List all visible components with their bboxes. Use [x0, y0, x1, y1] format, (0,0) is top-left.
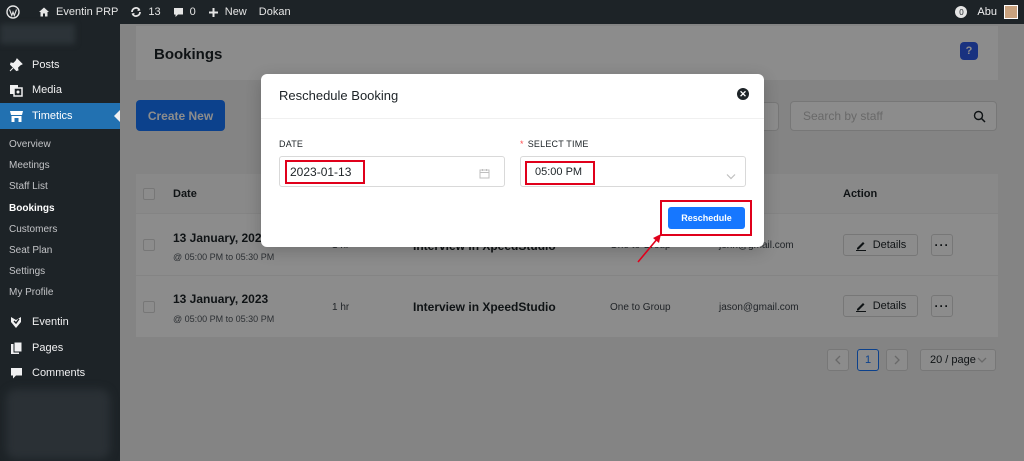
wordpress-icon [6, 5, 20, 19]
notification-badge[interactable]: 0 [955, 6, 968, 18]
dokan-label: Dokan [258, 6, 291, 18]
wordpress-logo-button[interactable] [0, 0, 32, 24]
submenu-seat-plan[interactable]: Seat Plan [0, 240, 120, 261]
sidebar-item-label: Comments [32, 367, 86, 379]
updates-icon [131, 7, 142, 17]
sidebar-item-eventin[interactable]: Eventin [0, 309, 120, 335]
plus-icon [208, 7, 218, 17]
user-name[interactable]: Abu [977, 6, 997, 18]
close-icon[interactable]: ✕ [737, 88, 749, 100]
sidebar-item-label: Posts [32, 59, 60, 71]
comments-link[interactable]: 0 [167, 0, 202, 24]
sidebar-item-timetics[interactable]: Timetics [0, 103, 120, 129]
comment-icon [10, 367, 22, 378]
annotation-arrow-icon [637, 234, 661, 263]
time-label-text: SELECT TIME [527, 139, 589, 149]
highlight-box [660, 200, 752, 236]
updates-link[interactable]: 13 [124, 0, 166, 24]
submenu-staff-list[interactable]: Staff List [0, 176, 120, 197]
site-name: Eventin PRP [56, 6, 119, 18]
sidebar-item-label: Media [32, 84, 62, 96]
submenu-bookings[interactable]: Bookings [0, 198, 120, 219]
sidebar-item-label: Timetics [32, 110, 73, 122]
modal-title: Reschedule Booking [279, 88, 399, 103]
dokan-link[interactable]: Dokan [253, 0, 297, 24]
submenu-customers[interactable]: Customers [0, 219, 120, 240]
calendar-icon [479, 169, 490, 179]
admin-bar: Eventin PRP 13 0 New Dokan 0 Abu [0, 0, 1024, 24]
time-field-label: * SELECT TIME [520, 139, 589, 149]
submenu-overview[interactable]: Overview [0, 134, 120, 155]
pages-icon [10, 341, 22, 354]
site-name-link[interactable]: Eventin PRP [32, 0, 124, 24]
chevron-down-icon [726, 174, 736, 180]
store-icon [9, 111, 23, 122]
home-icon [39, 7, 49, 17]
submenu-meetings[interactable]: Meetings [0, 155, 120, 176]
blurred-region [0, 24, 75, 44]
sidebar-item-posts[interactable]: Posts [0, 52, 120, 78]
sidebar-item-label: Eventin [32, 316, 69, 328]
sidebar-item-media[interactable]: Media [0, 77, 120, 103]
sidebar-item-comments[interactable]: Comments [0, 360, 120, 386]
new-content-link[interactable]: New [202, 0, 253, 24]
date-field-label: DATE [279, 139, 304, 149]
updates-count: 13 [148, 6, 161, 18]
sidebar-item-pages[interactable]: Pages [0, 335, 120, 361]
comments-count: 0 [189, 6, 196, 18]
avatar[interactable] [1004, 5, 1018, 19]
sidebar-item-label: Pages [32, 342, 64, 354]
new-label: New [224, 6, 247, 18]
blurred-region [6, 389, 110, 459]
comment-icon [173, 7, 183, 17]
submenu-my-profile[interactable]: My Profile [0, 282, 120, 303]
modal-divider [261, 118, 764, 119]
submenu-settings[interactable]: Settings [0, 261, 120, 282]
reschedule-modal: Reschedule Booking ✕ DATE 2023-01-13 * SE… [261, 74, 764, 247]
highlight-box [525, 161, 595, 185]
required-mark: * [520, 139, 524, 149]
highlight-box [285, 160, 365, 184]
media-icon [10, 85, 23, 97]
eventin-icon [11, 317, 21, 328]
pin-icon [9, 58, 23, 72]
admin-sidebar: Posts Media Timetics Overview Meetings S… [0, 24, 120, 461]
